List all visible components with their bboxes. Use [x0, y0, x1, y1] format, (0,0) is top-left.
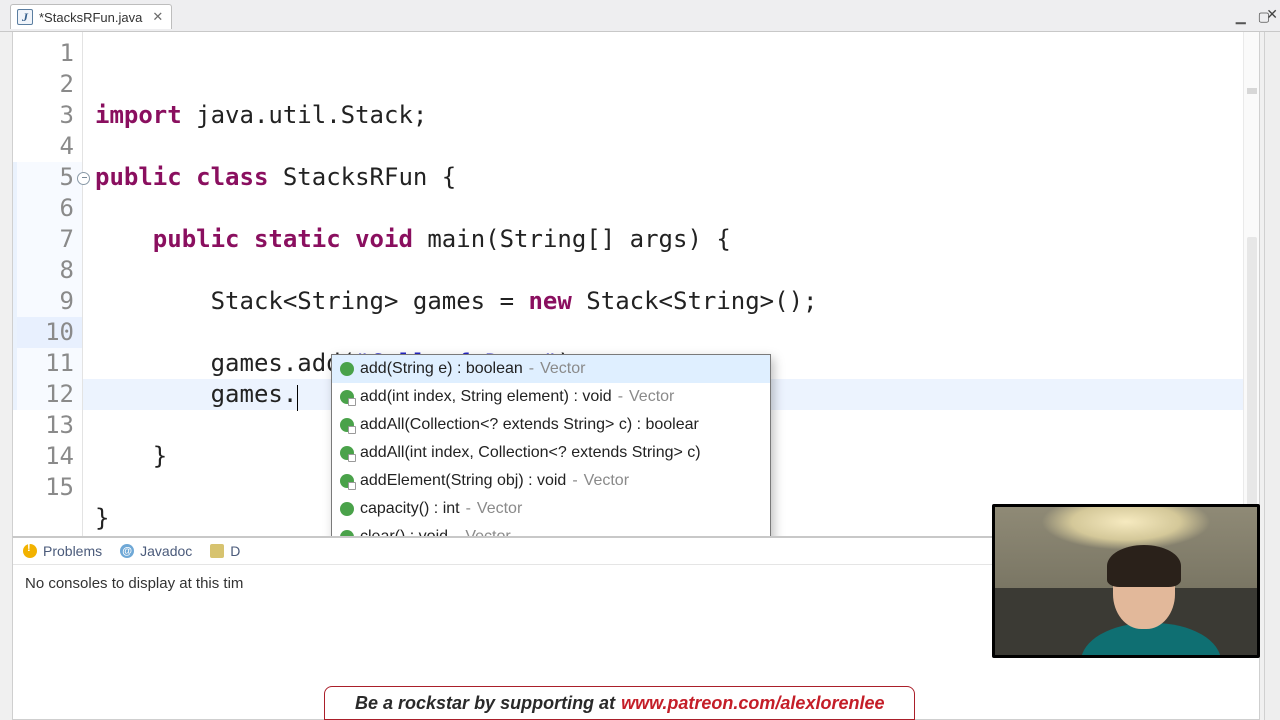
method-signature: add(int index, String element) : void: [360, 388, 612, 406]
method-icon: [340, 502, 354, 516]
method-icon: [340, 390, 354, 404]
line-number: 2: [13, 69, 82, 100]
warning-icon: [23, 544, 37, 558]
autocomplete-list[interactable]: add(String e) : boolean - Vectoradd(int …: [332, 355, 770, 536]
overview-ruler: [1243, 32, 1259, 536]
tab-declaration[interactable]: D: [210, 543, 240, 559]
tab-declaration-label: D: [230, 543, 240, 559]
banner-prefix: Be a rockstar by supporting at: [355, 693, 615, 714]
minimize-view-icon[interactable]: ▁: [1236, 9, 1246, 25]
method-source: Vector: [465, 528, 510, 536]
line-number: 14: [13, 441, 82, 472]
method-icon: [340, 418, 354, 432]
webcam-overlay: [992, 504, 1260, 658]
line-number: 12: [13, 379, 82, 410]
method-icon: [340, 530, 354, 536]
method-signature: addAll(int index, Collection<? extends S…: [360, 444, 701, 462]
autocomplete-item[interactable]: addElement(String obj) : void - Vector: [332, 467, 770, 495]
autocomplete-popup[interactable]: add(String e) : boolean - Vectoradd(int …: [331, 354, 771, 536]
autocomplete-item[interactable]: clear() : void - Vector: [332, 523, 770, 536]
code-line[interactable]: [83, 317, 1259, 348]
method-icon: [340, 446, 354, 460]
tab-problems[interactable]: Problems: [23, 543, 102, 559]
patreon-banner: Be a rockstar by supporting at www.patre…: [324, 686, 915, 720]
close-icon[interactable]: ✕: [1266, 6, 1278, 23]
line-number: 13: [13, 410, 82, 441]
tab-javadoc[interactable]: @ Javadoc: [120, 543, 192, 559]
autocomplete-item[interactable]: add(int index, String element) : void - …: [332, 383, 770, 411]
line-number: 11: [13, 348, 82, 379]
line-number: 10: [13, 317, 82, 348]
method-source: Vector: [477, 500, 522, 518]
method-signature: capacity() : int: [360, 500, 460, 518]
method-signature: addAll(Collection<? extends String> c) :…: [360, 416, 699, 434]
line-number: 7: [13, 224, 82, 255]
method-icon: [340, 362, 354, 376]
line-number: 9: [13, 286, 82, 317]
javadoc-icon: @: [120, 544, 134, 558]
tab-javadoc-label: Javadoc: [140, 543, 192, 559]
line-number: 5: [13, 162, 82, 193]
code-line[interactable]: import java.util.Stack;: [83, 100, 1259, 131]
declaration-icon: [210, 544, 224, 558]
autocomplete-item[interactable]: capacity() : int - Vector: [332, 495, 770, 523]
method-signature: clear() : void: [360, 528, 448, 536]
code-line[interactable]: public static void main(String[] args) {: [83, 224, 1259, 255]
autocomplete-item[interactable]: addAll(int index, Collection<? extends S…: [332, 439, 770, 467]
code-line[interactable]: [83, 193, 1259, 224]
method-icon: [340, 474, 354, 488]
method-source: Vector: [629, 388, 674, 406]
tab-filename: *StacksRFun.java: [39, 10, 142, 25]
line-number: 3: [13, 100, 82, 131]
code-editor[interactable]: 123456789101112131415 import java.util.S…: [12, 32, 1260, 536]
line-gutter: 123456789101112131415: [13, 32, 83, 536]
code-line[interactable]: [83, 255, 1259, 286]
line-number: 8: [13, 255, 82, 286]
tab-file[interactable]: J *StacksRFun.java ✕: [10, 4, 172, 29]
code-line[interactable]: public class StacksRFun {: [83, 162, 1259, 193]
banner-link[interactable]: www.patreon.com/alexlorenlee: [621, 693, 884, 714]
java-file-icon: J: [17, 9, 33, 25]
method-source: Vector: [584, 472, 629, 490]
line-number: 6: [13, 193, 82, 224]
tab-problems-label: Problems: [43, 543, 102, 559]
method-signature: add(String e) : boolean: [360, 360, 523, 378]
code-line[interactable]: Stack<String> games = new Stack<String>(…: [83, 286, 1259, 317]
method-signature: addElement(String obj) : void: [360, 472, 566, 490]
autocomplete-item[interactable]: add(String e) : boolean - Vector: [332, 355, 770, 383]
line-number: 1: [13, 38, 82, 69]
editor-tab-bar: J *StacksRFun.java ✕ ▁ ▢: [0, 0, 1280, 32]
code-line[interactable]: [83, 131, 1259, 162]
line-number: 15: [13, 472, 82, 503]
autocomplete-item[interactable]: addAll(Collection<? extends String> c) :…: [332, 411, 770, 439]
close-icon[interactable]: ✕: [152, 9, 163, 25]
line-number: 4: [13, 131, 82, 162]
right-panel-strip: ✕: [1264, 32, 1280, 720]
method-source: Vector: [540, 360, 585, 378]
